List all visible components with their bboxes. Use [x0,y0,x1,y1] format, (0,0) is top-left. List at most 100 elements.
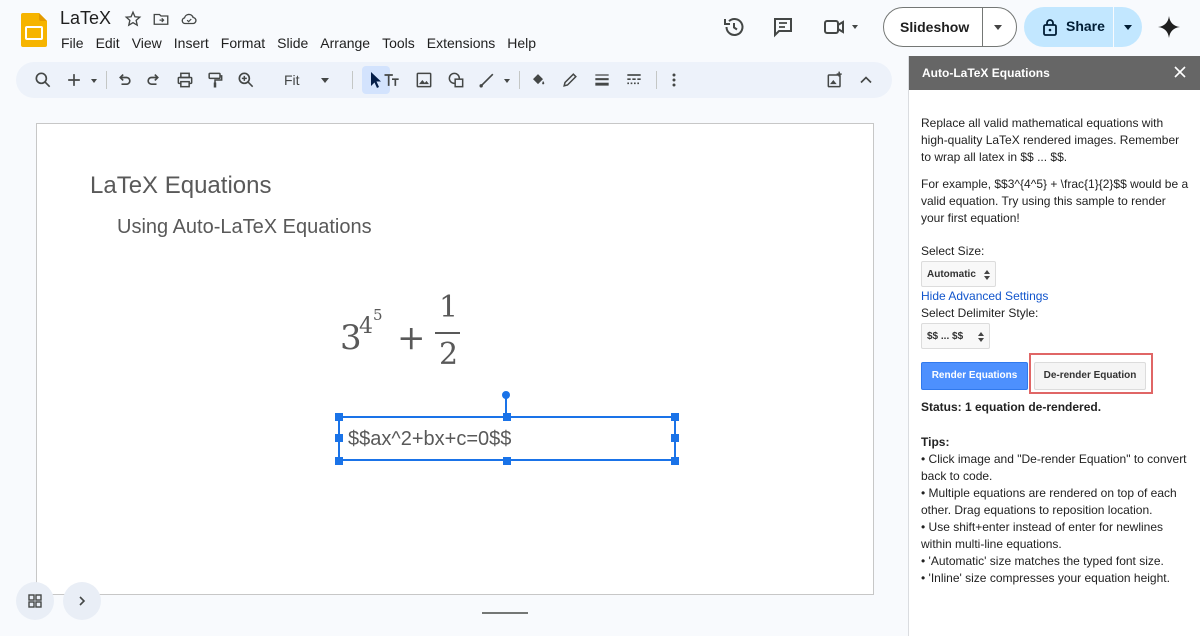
render-equations-button[interactable]: Render Equations [921,362,1028,390]
top-bar: LaTeX File Edit View Insert Format Slide… [0,0,1200,60]
print-icon[interactable] [175,70,195,90]
paint-format-icon[interactable] [205,70,225,90]
delimiter-select[interactable]: $$ ... $$ [921,323,990,349]
menu-tools[interactable]: Tools [376,34,421,52]
meet-camera-icon[interactable] [822,15,846,39]
slides-logo-icon[interactable] [21,13,47,47]
toolbar-divider [106,71,107,89]
zoom-icon[interactable] [236,70,256,90]
hide-advanced-settings-link[interactable]: Hide Advanced Settings [921,289,1048,303]
latex-source-text[interactable]: $$ax^2+bx+c=0$$ [348,428,511,451]
menu-slide[interactable]: Slide [271,34,314,52]
resize-handle[interactable] [671,413,679,421]
tips-heading: Tips: [921,435,950,449]
tip-item: • Use shift+enter instead of enter for n… [921,520,1163,551]
more-options-icon[interactable] [664,70,684,90]
new-slide-caret-icon[interactable] [91,79,97,83]
equation-nested-exponent: 5 [373,306,383,324]
menu-arrange[interactable]: Arrange [314,34,376,52]
slideshow-divider [982,8,983,46]
share-button[interactable]: Share [1024,7,1142,47]
line-caret-icon[interactable] [504,79,510,83]
slideshow-button[interactable]: Slideshow [883,7,1017,47]
share-options-chevron-down-icon[interactable] [1124,25,1132,30]
meet-caret-icon[interactable] [852,25,858,29]
equation-plus: + [397,318,426,358]
close-icon[interactable] [1173,65,1187,79]
star-icon[interactable] [124,10,142,28]
slide-title[interactable]: LaTeX Equations [90,172,271,200]
line-icon[interactable] [477,70,497,90]
toolbar-divider [352,71,353,89]
menu-bar: File Edit View Insert Format Slide Arran… [60,34,542,52]
text-box-icon[interactable] [382,70,402,90]
share-divider [1113,7,1114,47]
equation-fraction-bar [435,332,460,334]
new-slide-plus-icon[interactable] [64,70,84,90]
move-folder-icon[interactable] [152,10,170,28]
tip-item: • Multiple equations are rendered on top… [921,486,1177,517]
menu-extensions[interactable]: Extensions [421,34,501,52]
grid-view-button[interactable] [16,582,54,620]
menu-help[interactable]: Help [501,34,542,52]
undo-icon[interactable] [114,70,134,90]
resize-handle[interactable] [335,434,343,442]
delimiter-label: Select Delimiter Style: [921,306,1039,320]
menu-insert[interactable]: Insert [168,34,215,52]
size-select-value: Automatic [927,269,976,280]
version-history-icon[interactable] [722,15,746,39]
zoom-chevron-down-icon[interactable] [321,78,329,83]
equation-denominator: 2 [439,337,459,372]
menu-file[interactable]: File [60,34,90,52]
resize-handle[interactable] [671,434,679,442]
toolbar: Fit [16,62,892,98]
slide-canvas[interactable]: LaTeX Equations Using Auto-LaTeX Equatio… [36,123,874,595]
size-label: Select Size: [921,244,985,258]
sidebar-description: Replace all valid mathematical equations… [921,115,1191,237]
menu-view[interactable]: View [126,34,168,52]
insert-image-icon[interactable] [414,70,434,90]
chevron-right-icon [79,596,86,606]
add-image-icon[interactable] [825,70,845,90]
tip-item: • Click image and "De-render Equation" t… [921,452,1187,483]
resize-handle[interactable] [335,413,343,421]
resize-handle[interactable] [503,457,511,465]
menu-format[interactable]: Format [215,34,271,52]
select-updown-icon [984,270,990,280]
resize-handle[interactable] [503,413,511,421]
border-weight-icon[interactable] [592,70,612,90]
size-select[interactable]: Automatic [921,261,996,287]
shape-icon[interactable] [446,70,466,90]
equation-numerator: 1 [439,290,459,325]
comments-icon[interactable] [771,15,795,39]
fill-color-icon[interactable] [528,70,548,90]
sidebar-title: Auto-LaTeX Equations [922,66,1050,80]
highlight-annotation-box [1029,353,1153,394]
resize-handle[interactable] [671,457,679,465]
document-title[interactable]: LaTeX [60,8,111,29]
toolbar-divider [519,71,520,89]
border-dash-icon[interactable] [624,70,644,90]
search-menus-icon[interactable] [33,70,53,90]
selected-text-box[interactable]: $$ax^2+bx+c=0$$ [338,416,676,461]
rotation-handle[interactable] [502,391,510,399]
expand-filmstrip-button[interactable] [63,582,101,620]
menu-edit[interactable]: Edit [90,34,126,52]
slideshow-label: Slideshow [900,19,970,35]
border-color-pencil-icon[interactable] [560,70,580,90]
grid-icon [28,594,42,608]
status-text: Status: 1 equation de-rendered. [921,400,1102,414]
rendered-equation-image[interactable]: 3 4 5 + 1 2 [340,290,470,376]
equation-exponent: 4 [359,314,373,339]
redo-icon[interactable] [144,70,164,90]
speaker-notes-drag-handle[interactable] [482,612,528,614]
collapse-chevron-up-icon[interactable] [856,70,876,90]
select-updown-icon [978,332,984,342]
slideshow-options-chevron-down-icon[interactable] [994,25,1002,30]
zoom-select[interactable]: Fit [284,72,300,88]
cloud-saved-icon[interactable] [180,10,198,28]
sidebar-header: Auto-LaTeX Equations [909,56,1200,90]
resize-handle[interactable] [335,457,343,465]
slide-subtitle[interactable]: Using Auto-LaTeX Equations [117,216,372,239]
gemini-sparkle-icon[interactable] [1157,15,1181,39]
